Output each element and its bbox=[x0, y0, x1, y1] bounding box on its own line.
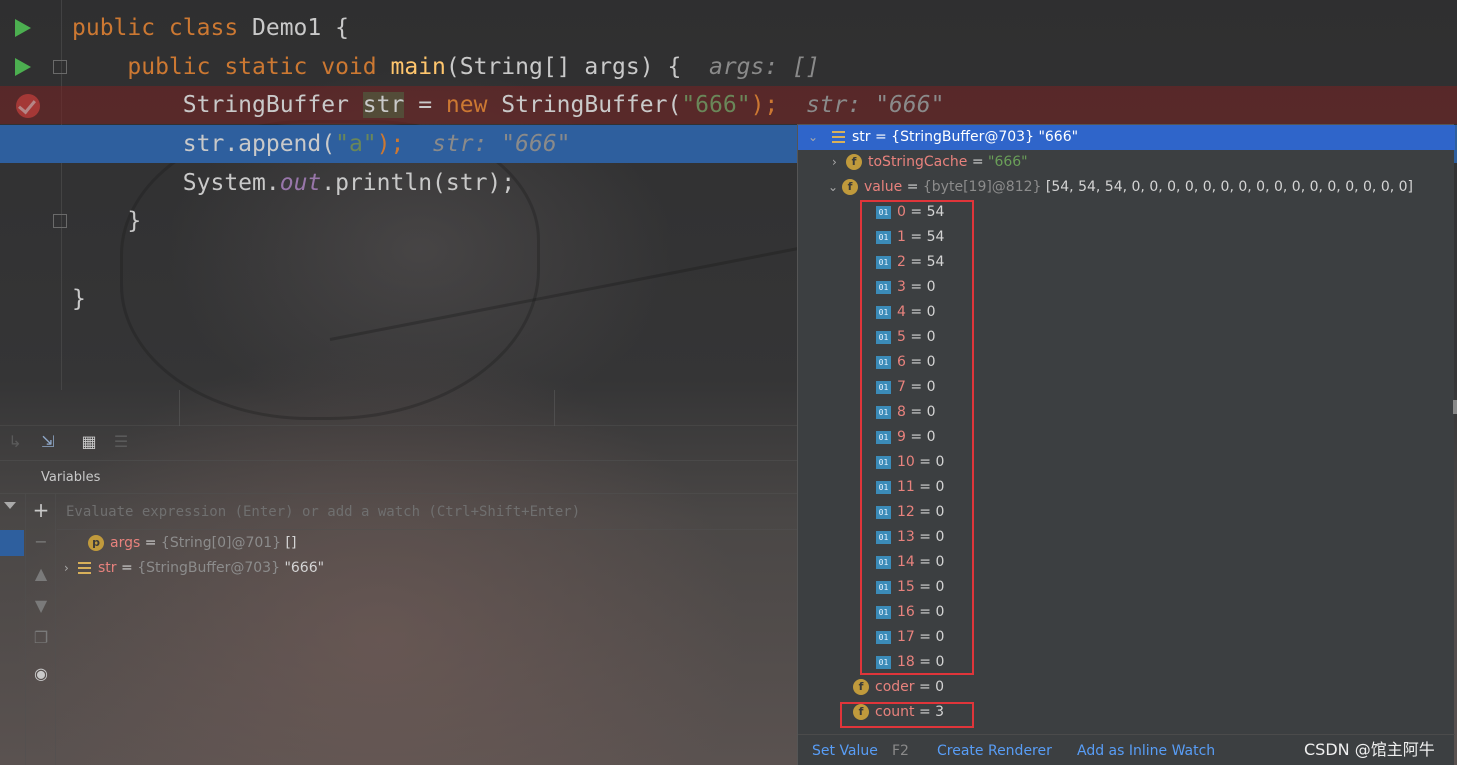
variable-value: "666" bbox=[284, 560, 325, 576]
inline-value-hint: str: "666" bbox=[778, 92, 945, 118]
debugger-panel: ↳ ⇲ ▦ ☰ Variables + − ▲ ▼ ❐ ◉ Evaluate e… bbox=[0, 390, 797, 765]
variable-type: {StringBuffer@703} bbox=[137, 560, 280, 576]
code-text: StringBuffer( bbox=[487, 92, 682, 118]
variables-side-toolbar: + − ▲ ▼ ❐ ◉ bbox=[26, 494, 56, 765]
field-value: [54, 54, 54, 0, 0, 0, 0, 0, 0, 0, 0, 0, … bbox=[1045, 179, 1413, 195]
remove-watch-icon[interactable]: − bbox=[31, 532, 51, 552]
inline-value-hint: str: "666" bbox=[404, 131, 571, 157]
chevron-right-icon[interactable]: › bbox=[832, 150, 846, 175]
variable-name: str bbox=[98, 560, 117, 576]
object-icon bbox=[832, 131, 845, 143]
variable-name: args bbox=[110, 535, 141, 551]
code-line-1: public class Demo1 { bbox=[0, 9, 1457, 47]
value-tooltip-popup: ⌄ str = {StringBuffer@703} "666" › f toStr… bbox=[797, 124, 1455, 765]
parameter-icon: p bbox=[88, 535, 104, 551]
code-identifier: Demo1 bbox=[252, 15, 322, 41]
evaluate-expression-input[interactable]: Evaluate expression (Enter) or add a wat… bbox=[57, 494, 797, 530]
add-watch-icon[interactable]: + bbox=[31, 500, 51, 520]
code-punct: ); bbox=[750, 92, 779, 118]
scrollbar-marker[interactable] bbox=[1453, 400, 1457, 414]
trace-icon[interactable]: ☰ bbox=[112, 433, 130, 451]
dropdown-arrow-icon[interactable] bbox=[4, 502, 16, 509]
field-type: {byte[19]@812} bbox=[922, 179, 1042, 195]
variable-type: {String[0]@701} bbox=[160, 535, 282, 551]
set-value-link[interactable]: Set Value bbox=[812, 735, 878, 765]
evaluate-expression-icon[interactable]: ▦ bbox=[80, 433, 98, 451]
root-name: str bbox=[852, 129, 871, 145]
move-down-icon[interactable]: ▼ bbox=[31, 596, 51, 616]
field-row-value[interactable]: ⌄ f value = {byte[19]@812} [54, 54, 54, 0,… bbox=[828, 175, 1413, 200]
code-string: "666" bbox=[681, 92, 751, 118]
field-row-tostringcache[interactable]: › f toStringCache = "666" bbox=[832, 150, 1028, 175]
array-highlight-box bbox=[860, 200, 974, 675]
selected-frame-marker[interactable] bbox=[0, 530, 24, 556]
code-variable-highlight[interactable]: str bbox=[362, 92, 405, 118]
set-value-shortcut: F2 bbox=[892, 743, 909, 759]
code-keyword: public static void bbox=[72, 54, 391, 80]
variable-row-str[interactable]: › str = {StringBuffer@703} "666" bbox=[64, 556, 324, 581]
popup-root-row[interactable]: ⌄ str = {StringBuffer@703} "666" bbox=[798, 125, 1455, 150]
step-out-icon[interactable]: ↳ bbox=[6, 433, 24, 451]
code-text: (String[] args) { bbox=[445, 54, 682, 80]
field-name: coder bbox=[875, 679, 915, 695]
debugger-toolbar: ↳ ⇲ ▦ ☰ bbox=[0, 426, 797, 460]
code-string: "a" bbox=[335, 131, 377, 157]
code-static-field: out bbox=[279, 170, 322, 196]
code-method-name: main bbox=[390, 54, 446, 80]
field-value: 0 bbox=[935, 679, 945, 695]
code-keyword: public class bbox=[72, 15, 253, 41]
code-text: = bbox=[404, 92, 446, 118]
code-text: .println(str); bbox=[321, 170, 516, 196]
code-text: StringBuffer bbox=[72, 92, 363, 118]
code-punct: { bbox=[321, 15, 349, 41]
chevron-down-icon[interactable]: ⌄ bbox=[808, 125, 822, 150]
inline-value-hint: args: [] bbox=[681, 54, 820, 80]
run-to-cursor-icon[interactable]: ⇲ bbox=[39, 433, 57, 451]
count-highlight-box bbox=[840, 702, 974, 728]
field-icon: f bbox=[846, 154, 862, 170]
variable-value: [] bbox=[285, 535, 297, 551]
watermark-text: CSDN @馆主阿牛 bbox=[1304, 740, 1435, 759]
frames-strip bbox=[0, 494, 26, 765]
code-punct: ); bbox=[376, 131, 405, 157]
create-renderer-link[interactable]: Create Renderer bbox=[937, 735, 1052, 765]
field-row-coder[interactable]: f coder = 0 bbox=[853, 675, 944, 700]
code-text: System. bbox=[72, 170, 280, 196]
chevron-down-icon[interactable]: ⌄ bbox=[828, 175, 842, 200]
root-value: = {StringBuffer@703} "666" bbox=[870, 129, 1079, 145]
chevron-right-icon[interactable]: › bbox=[64, 556, 78, 581]
variables-title: Variables bbox=[41, 470, 101, 485]
code-line-3-breakpoint: StringBuffer str = new StringBuffer("666… bbox=[0, 86, 1457, 124]
variable-row-args[interactable]: p args = {String[0]@701} [] bbox=[88, 531, 296, 556]
field-icon: f bbox=[842, 179, 858, 195]
code-keyword: new bbox=[445, 92, 488, 118]
variables-header: Variables bbox=[0, 460, 797, 494]
field-name: value bbox=[864, 179, 903, 195]
move-up-icon[interactable]: ▲ bbox=[31, 564, 51, 584]
object-icon bbox=[78, 562, 91, 574]
debugger-tab-strip bbox=[0, 390, 797, 426]
copy-icon[interactable]: ❐ bbox=[31, 628, 51, 648]
view-icon[interactable]: ◉ bbox=[31, 664, 51, 684]
add-inline-watch-link[interactable]: Add as Inline Watch bbox=[1077, 735, 1215, 765]
field-value: "666" bbox=[988, 154, 1028, 170]
code-text: str.append( bbox=[72, 131, 336, 157]
field-name: toStringCache bbox=[868, 154, 968, 170]
field-icon: f bbox=[853, 679, 869, 695]
code-line-2: public static void main(String[] args) {… bbox=[0, 48, 1457, 86]
